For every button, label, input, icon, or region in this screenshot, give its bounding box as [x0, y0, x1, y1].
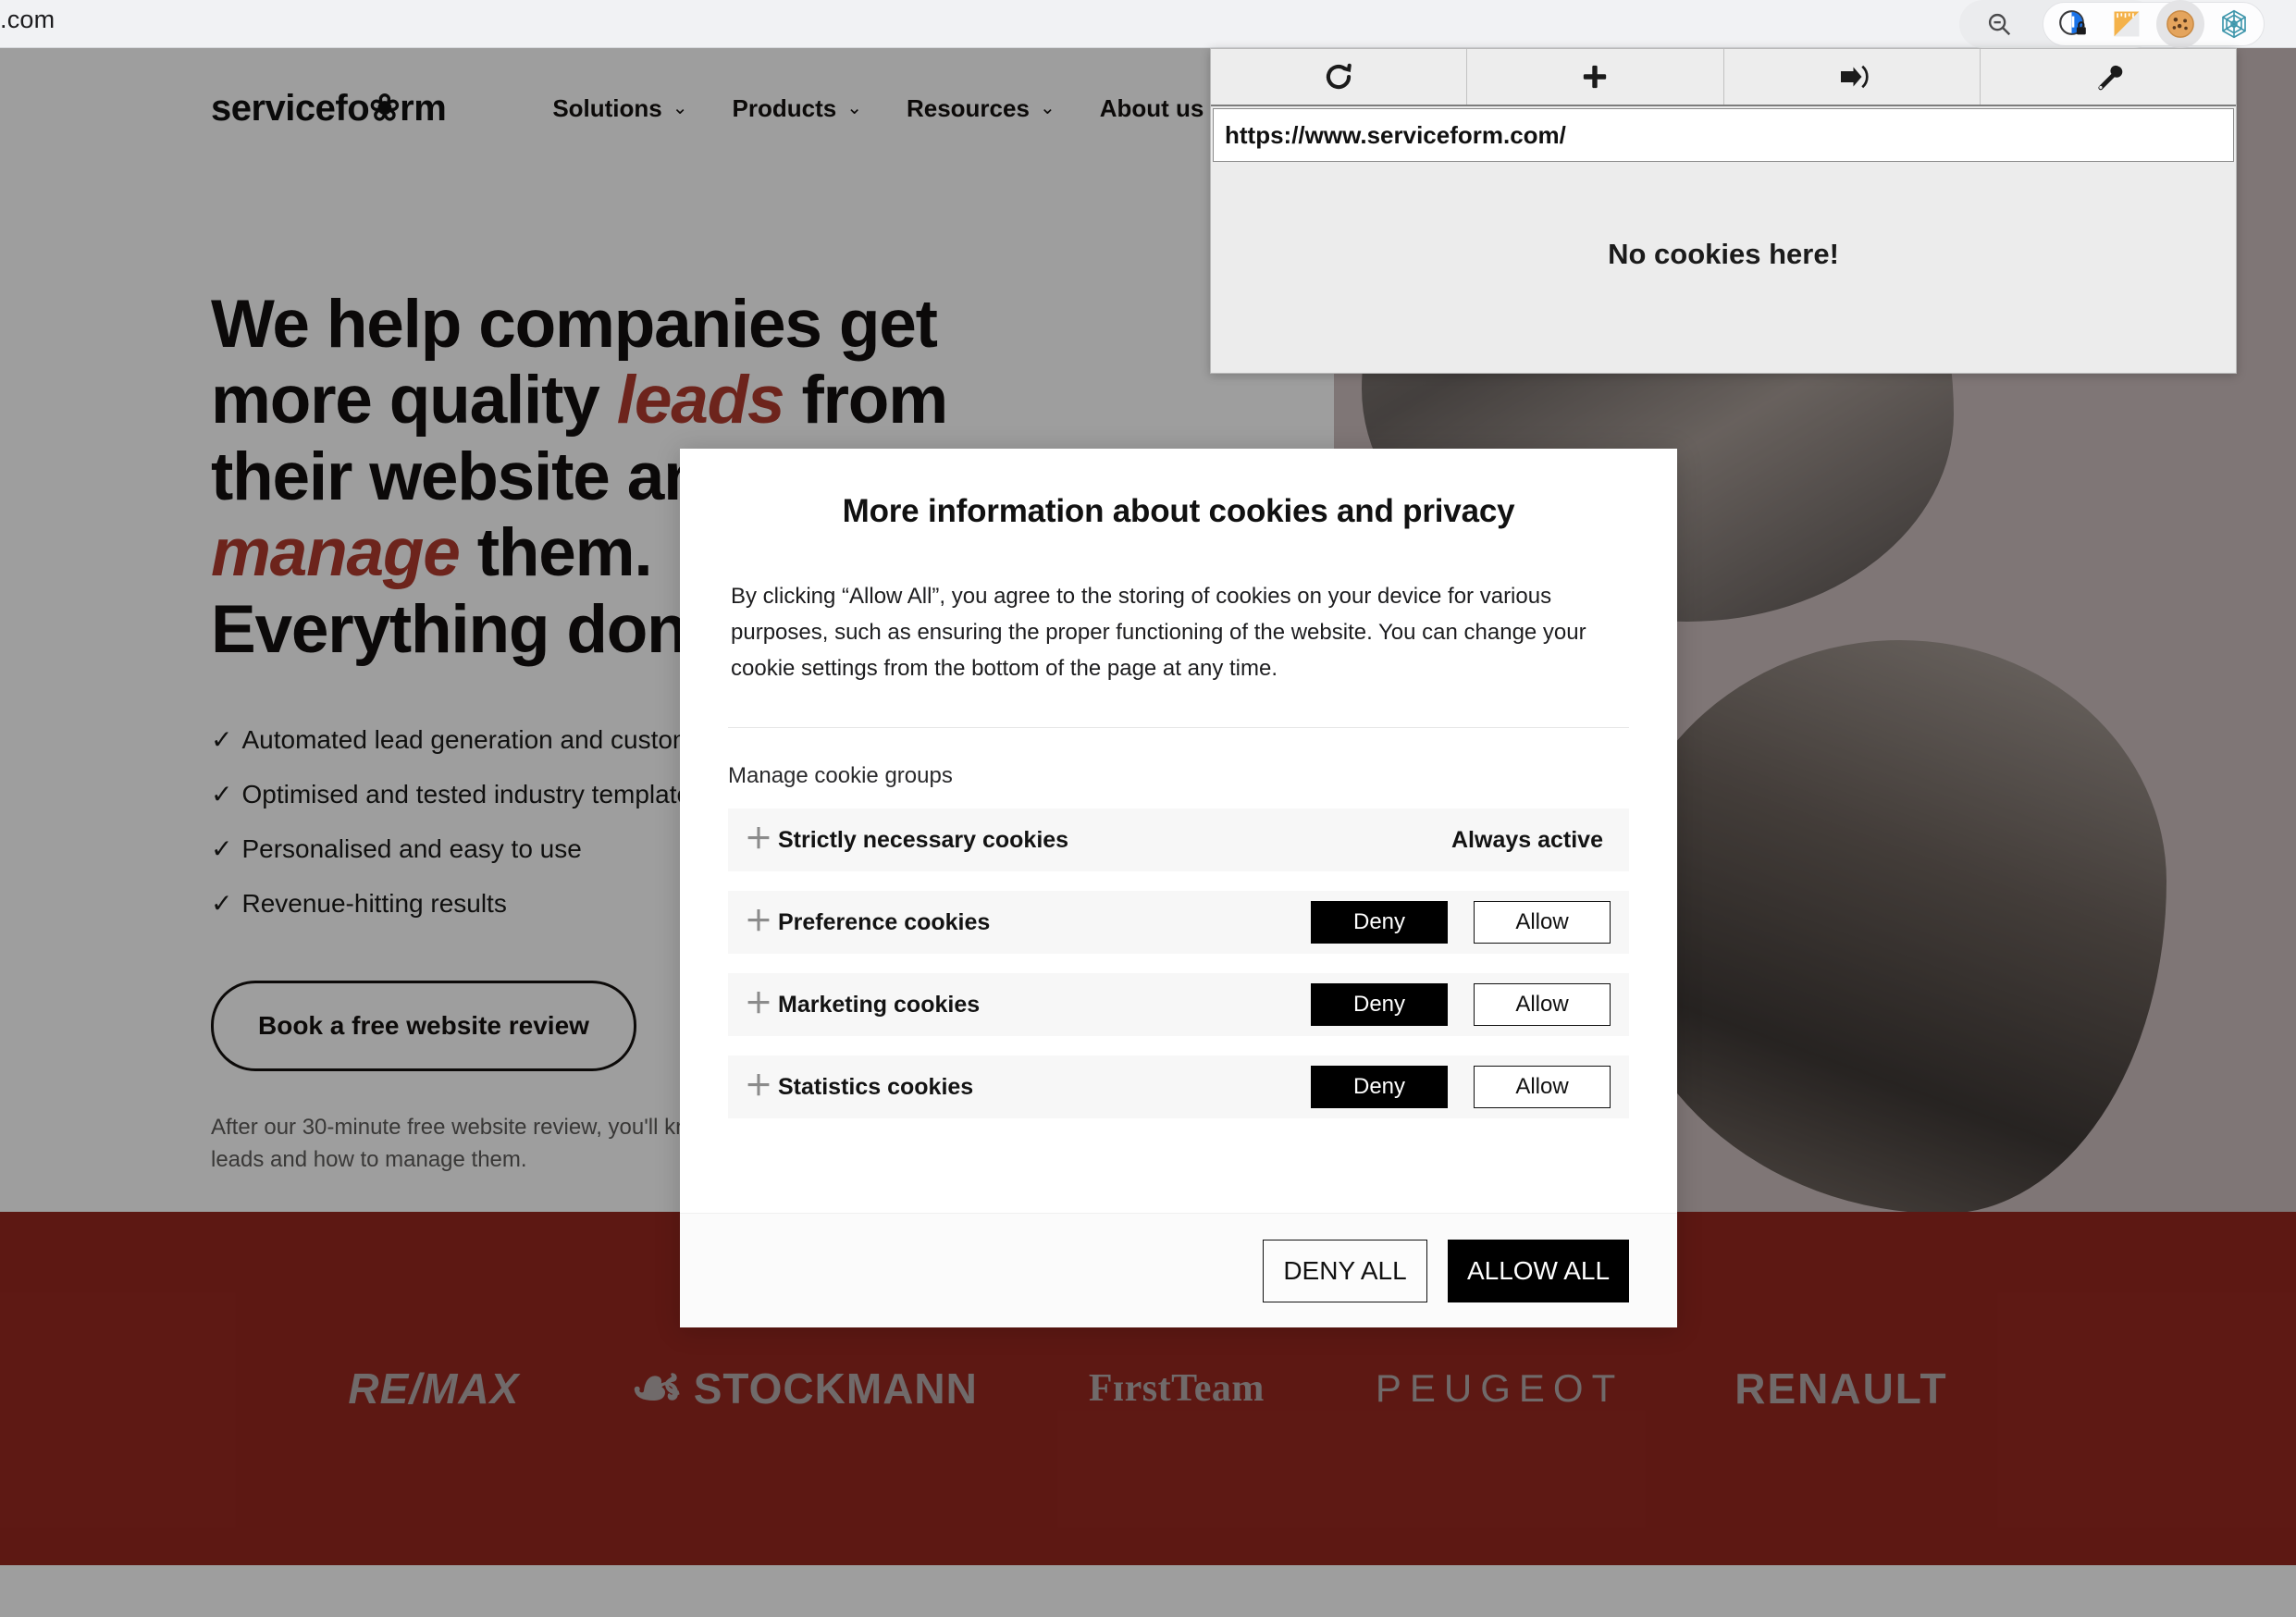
cookie-group-label: Marketing cookies: [778, 991, 981, 1018]
reload-button[interactable]: [1211, 49, 1468, 105]
manage-cookie-groups-label: Manage cookie groups: [728, 763, 953, 789]
main-navigation: Solutions ⌄ Products ⌄ Resources ⌄ About…: [552, 94, 1290, 123]
allow-all-button[interactable]: ALLOW ALL: [1448, 1239, 1629, 1302]
headline-line-3: their website and: [211, 438, 745, 514]
allow-preference-button[interactable]: Allow: [1474, 901, 1611, 944]
web-network-icon[interactable]: [2217, 7, 2251, 41]
cookie-group-statistics[interactable]: ＋ Statistics cookies Deny Allow: [728, 1055, 1629, 1119]
stockmann-mark-icon: ☙: [630, 1354, 685, 1422]
expand-plus-icon[interactable]: ＋: [745, 991, 772, 1018]
add-cookie-button[interactable]: [1467, 49, 1724, 105]
dialog-header: More information about cookies and priva…: [680, 449, 1677, 729]
nav-item-products[interactable]: Products ⌄: [733, 94, 862, 123]
cookie-group-label: Statistics cookies: [778, 1073, 974, 1100]
check-icon: ✓: [211, 889, 233, 919]
bullet-text: Optimised and tested industry templates: [241, 780, 705, 809]
hero-photo-woman-desk: [1611, 640, 2166, 1214]
headline-line-1: We help companies get: [211, 287, 938, 362]
cookie-extension-icon[interactable]: [2156, 0, 2204, 48]
headline-line-5: Everything done.: [211, 591, 742, 667]
cookie-groups-section: Manage cookie groups ＋ Strictly necessar…: [680, 728, 1677, 1119]
import-cookies-button[interactable]: [1723, 49, 1981, 105]
headline-line-2a: more quality: [211, 363, 617, 438]
zoom-out-icon[interactable]: [1983, 8, 2015, 40]
serviceform-logo[interactable]: servicefo❀rm: [211, 87, 447, 130]
deny-marketing-button[interactable]: Deny: [1311, 983, 1448, 1027]
expand-plus-icon[interactable]: ＋: [745, 908, 772, 936]
logo-firstteam: FɪrstTeam: [1088, 1367, 1265, 1410]
cookie-group-marketing[interactable]: ＋ Marketing cookies Deny Allow: [728, 973, 1629, 1037]
cookie-group-label: Strictly necessary cookies: [778, 826, 1069, 853]
logo-renault: RENAULT: [1734, 1364, 1948, 1413]
deny-all-button[interactable]: DENY ALL: [1263, 1239, 1427, 1302]
chevron-down-icon: ⌄: [846, 98, 862, 118]
extension-toolbar: [1211, 49, 2236, 106]
check-icon: ✓: [211, 780, 233, 809]
nav-item-solutions[interactable]: Solutions ⌄: [552, 94, 687, 123]
page-below-fold: [0, 1565, 2296, 1617]
bullet-text: Revenue-hitting results: [241, 889, 507, 919]
book-website-review-button[interactable]: Book a free website review: [211, 981, 636, 1072]
bullet-text: Personalised and easy to use: [241, 834, 582, 864]
headline-accent-manage: manage: [211, 515, 461, 591]
deny-statistics-button[interactable]: Deny: [1311, 1066, 1448, 1109]
nav-label: About us: [1099, 93, 1204, 122]
chevron-down-icon: ⌄: [672, 98, 688, 118]
dialog-intro-text: By clicking “Allow All”, you agree to th…: [731, 584, 1586, 682]
nav-label: Solutions: [552, 93, 662, 122]
check-icon: ✓: [211, 834, 233, 864]
headline-accent-leads: leads: [616, 363, 785, 438]
logo-text: STOCKMANN: [693, 1364, 978, 1413]
ruler-highlighter-icon[interactable]: [2110, 7, 2143, 41]
expand-plus-icon[interactable]: ＋: [745, 826, 772, 854]
expand-plus-icon[interactable]: ＋: [745, 1073, 772, 1101]
deny-preference-button[interactable]: Deny: [1311, 901, 1448, 944]
cookie-consent-dialog: More information about cookies and priva…: [680, 449, 1677, 1327]
dialog-footer: DENY ALL ALLOW ALL: [680, 1213, 1677, 1327]
privacy-shield-icon[interactable]: [2056, 7, 2090, 41]
nav-item-resources[interactable]: Resources ⌄: [907, 94, 1055, 123]
extension-icon-group: [2043, 0, 2265, 48]
check-icon: ✓: [211, 725, 233, 755]
nav-label: Resources: [906, 93, 1030, 122]
headline-line-4b: them.: [459, 515, 653, 591]
cookie-group-strictly-necessary[interactable]: ＋ Strictly necessary cookies Always acti…: [728, 808, 1629, 872]
browser-toolbar: .com: [0, 0, 2296, 48]
logo-stockmann: ☙ STOCKMANN: [630, 1354, 978, 1422]
allow-statistics-button[interactable]: Allow: [1474, 1066, 1611, 1109]
headline-line-2b: from: [784, 363, 948, 438]
logo-peugeot: PEUGEOT: [1375, 1366, 1624, 1410]
allow-marketing-button[interactable]: Allow: [1474, 983, 1611, 1027]
nav-label: Products: [732, 93, 837, 122]
dialog-title: More information about cookies and priva…: [842, 493, 1515, 529]
cookie-group-preference[interactable]: ＋ Preference cookies Deny Allow: [728, 891, 1629, 955]
logo-remax: RE/MAX: [348, 1364, 520, 1413]
cookie-group-label: Preference cookies: [778, 908, 991, 935]
extension-url-field[interactable]: https://www.serviceform.com/: [1213, 108, 2234, 162]
always-active-status: Always active: [1451, 826, 1603, 853]
no-cookies-message: No cookies here!: [1608, 238, 1839, 270]
chevron-down-icon: ⌄: [1039, 98, 1055, 118]
address-bar-text[interactable]: .com: [0, 6, 55, 34]
settings-wrench-button[interactable]: [1980, 49, 2236, 105]
cookie-extension-popup: https://www.serviceform.com/ No cookies …: [1210, 48, 2237, 374]
